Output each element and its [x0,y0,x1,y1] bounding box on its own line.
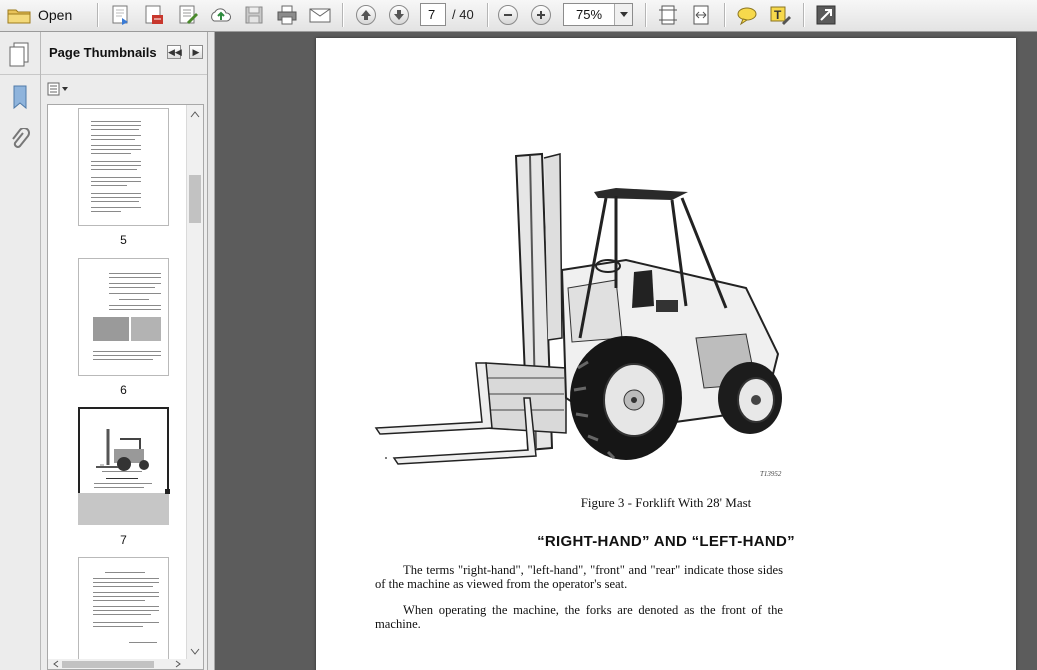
plus-icon [537,11,545,19]
collapse-panel-button[interactable]: ◀◀ [167,45,182,59]
zoom-select[interactable]: 75% [563,3,633,26]
minus-icon [504,14,512,16]
highlight-text-button[interactable]: T [767,3,793,27]
forklift-illustration [374,152,782,465]
scroll-down-icon[interactable] [187,645,203,659]
save-button[interactable] [241,3,267,27]
create-pdf-icon [112,5,128,25]
options-button[interactable] [47,80,73,98]
thumbnail-horizontal-scrollbar[interactable] [48,659,203,669]
vertical-scroll-thumb[interactable] [189,175,201,223]
navigation-strip [0,32,41,670]
figure-number: T13952 [760,470,782,478]
thumbnail-page-5[interactable] [78,108,169,226]
speech-bubble-icon [737,7,757,26]
fit-width-button[interactable] [688,3,714,27]
panel-header: Page Thumbnails ◀◀ ▶ [41,32,207,75]
options-menu-icon [47,82,68,96]
scroll-up-icon[interactable] [187,107,203,121]
paragraph-1: The terms "right-hand", "left-hand", "fr… [375,563,783,591]
folder-icon [7,9,31,24]
form-button[interactable] [175,3,201,27]
pdf-page: T13952 Figure 3 - Forklift With 28' Mast… [316,38,1016,670]
horizontal-scroll-thumb[interactable] [62,661,154,668]
next-page-button[interactable] [387,3,411,27]
scroll-right-icon[interactable] [172,659,184,669]
chevron-right-icon: ▶ [192,47,200,57]
attachments-tab[interactable] [9,127,31,159]
thumbnail-page-8[interactable] [78,557,169,669]
figure-caption: Figure 3 - Forklift With 28' Mast [580,495,752,510]
open-button[interactable]: Open [6,3,84,27]
thumbnail-page-6[interactable] [78,258,169,376]
paperclip-icon [12,127,30,148]
toolbar: Open 7 / 40 75% T [0,0,1037,32]
thumbnail-label-7: 7 [120,533,127,547]
page-number-input[interactable]: 7 [420,3,446,26]
paragraph-2: When operating the machine, the forks ar… [375,603,783,631]
panel-title: Page Thumbnails [49,45,157,60]
thumbnail-label-6: 6 [120,383,127,397]
bookmarks-tab[interactable] [9,84,31,115]
section-heading: “RIGHT-HAND” AND “LEFT-HAND” [537,533,795,550]
comment-button[interactable] [734,3,760,27]
fit-width-icon [693,5,709,25]
print-button[interactable] [274,3,300,27]
thumbnail-page-7[interactable] [78,407,170,525]
email-button[interactable] [307,3,333,27]
thumbnail-label-5: 5 [120,233,127,247]
page-total: / 40 [452,7,474,22]
panel-splitter[interactable] [207,32,215,670]
thumbnail-list: 5 6 7 [47,104,204,670]
thumbnail-forklift-image [96,429,149,471]
save-icon [245,6,263,24]
page-thumbnails-tab[interactable] [8,41,32,72]
pages-icon [9,42,29,67]
envelope-icon [309,8,331,23]
fit-page-icon [659,5,677,25]
bookmark-icon [13,85,27,110]
zoom-out-button[interactable] [496,3,520,27]
scroll-left-icon[interactable] [50,659,62,669]
upload-button[interactable] [208,3,234,27]
expand-icon [816,5,836,25]
next-panel-button[interactable]: ▶ [189,45,203,59]
zoom-in-button[interactable] [529,3,553,27]
text-highlight-icon: T [770,6,791,25]
previous-page-button[interactable] [354,3,378,27]
open-label: Open [38,7,73,23]
fit-page-button[interactable] [655,3,681,27]
thumbnail-panel: Page Thumbnails ◀◀ ▶ 5 6 7 [41,32,207,670]
printer-icon [277,5,297,25]
cloud-upload-icon [211,8,231,22]
double-chevron-left-icon: ◀◀ [168,47,182,57]
form-edit-icon [179,5,198,24]
arrow-up-icon [361,10,371,20]
thumbnail-vertical-scrollbar[interactable] [186,105,203,661]
pdf-edit-icon [145,5,163,24]
create-pdf-button[interactable] [108,3,134,27]
full-screen-button[interactable] [813,3,839,27]
svg-text:T: T [774,8,782,22]
document-viewport[interactable]: T13952 Figure 3 - Forklift With 28' Mast… [215,32,1037,670]
zoom-value: 75% [575,7,603,22]
edit-pdf-button[interactable] [141,3,167,27]
arrow-down-icon [394,10,404,20]
chevron-down-icon[interactable] [614,4,632,25]
